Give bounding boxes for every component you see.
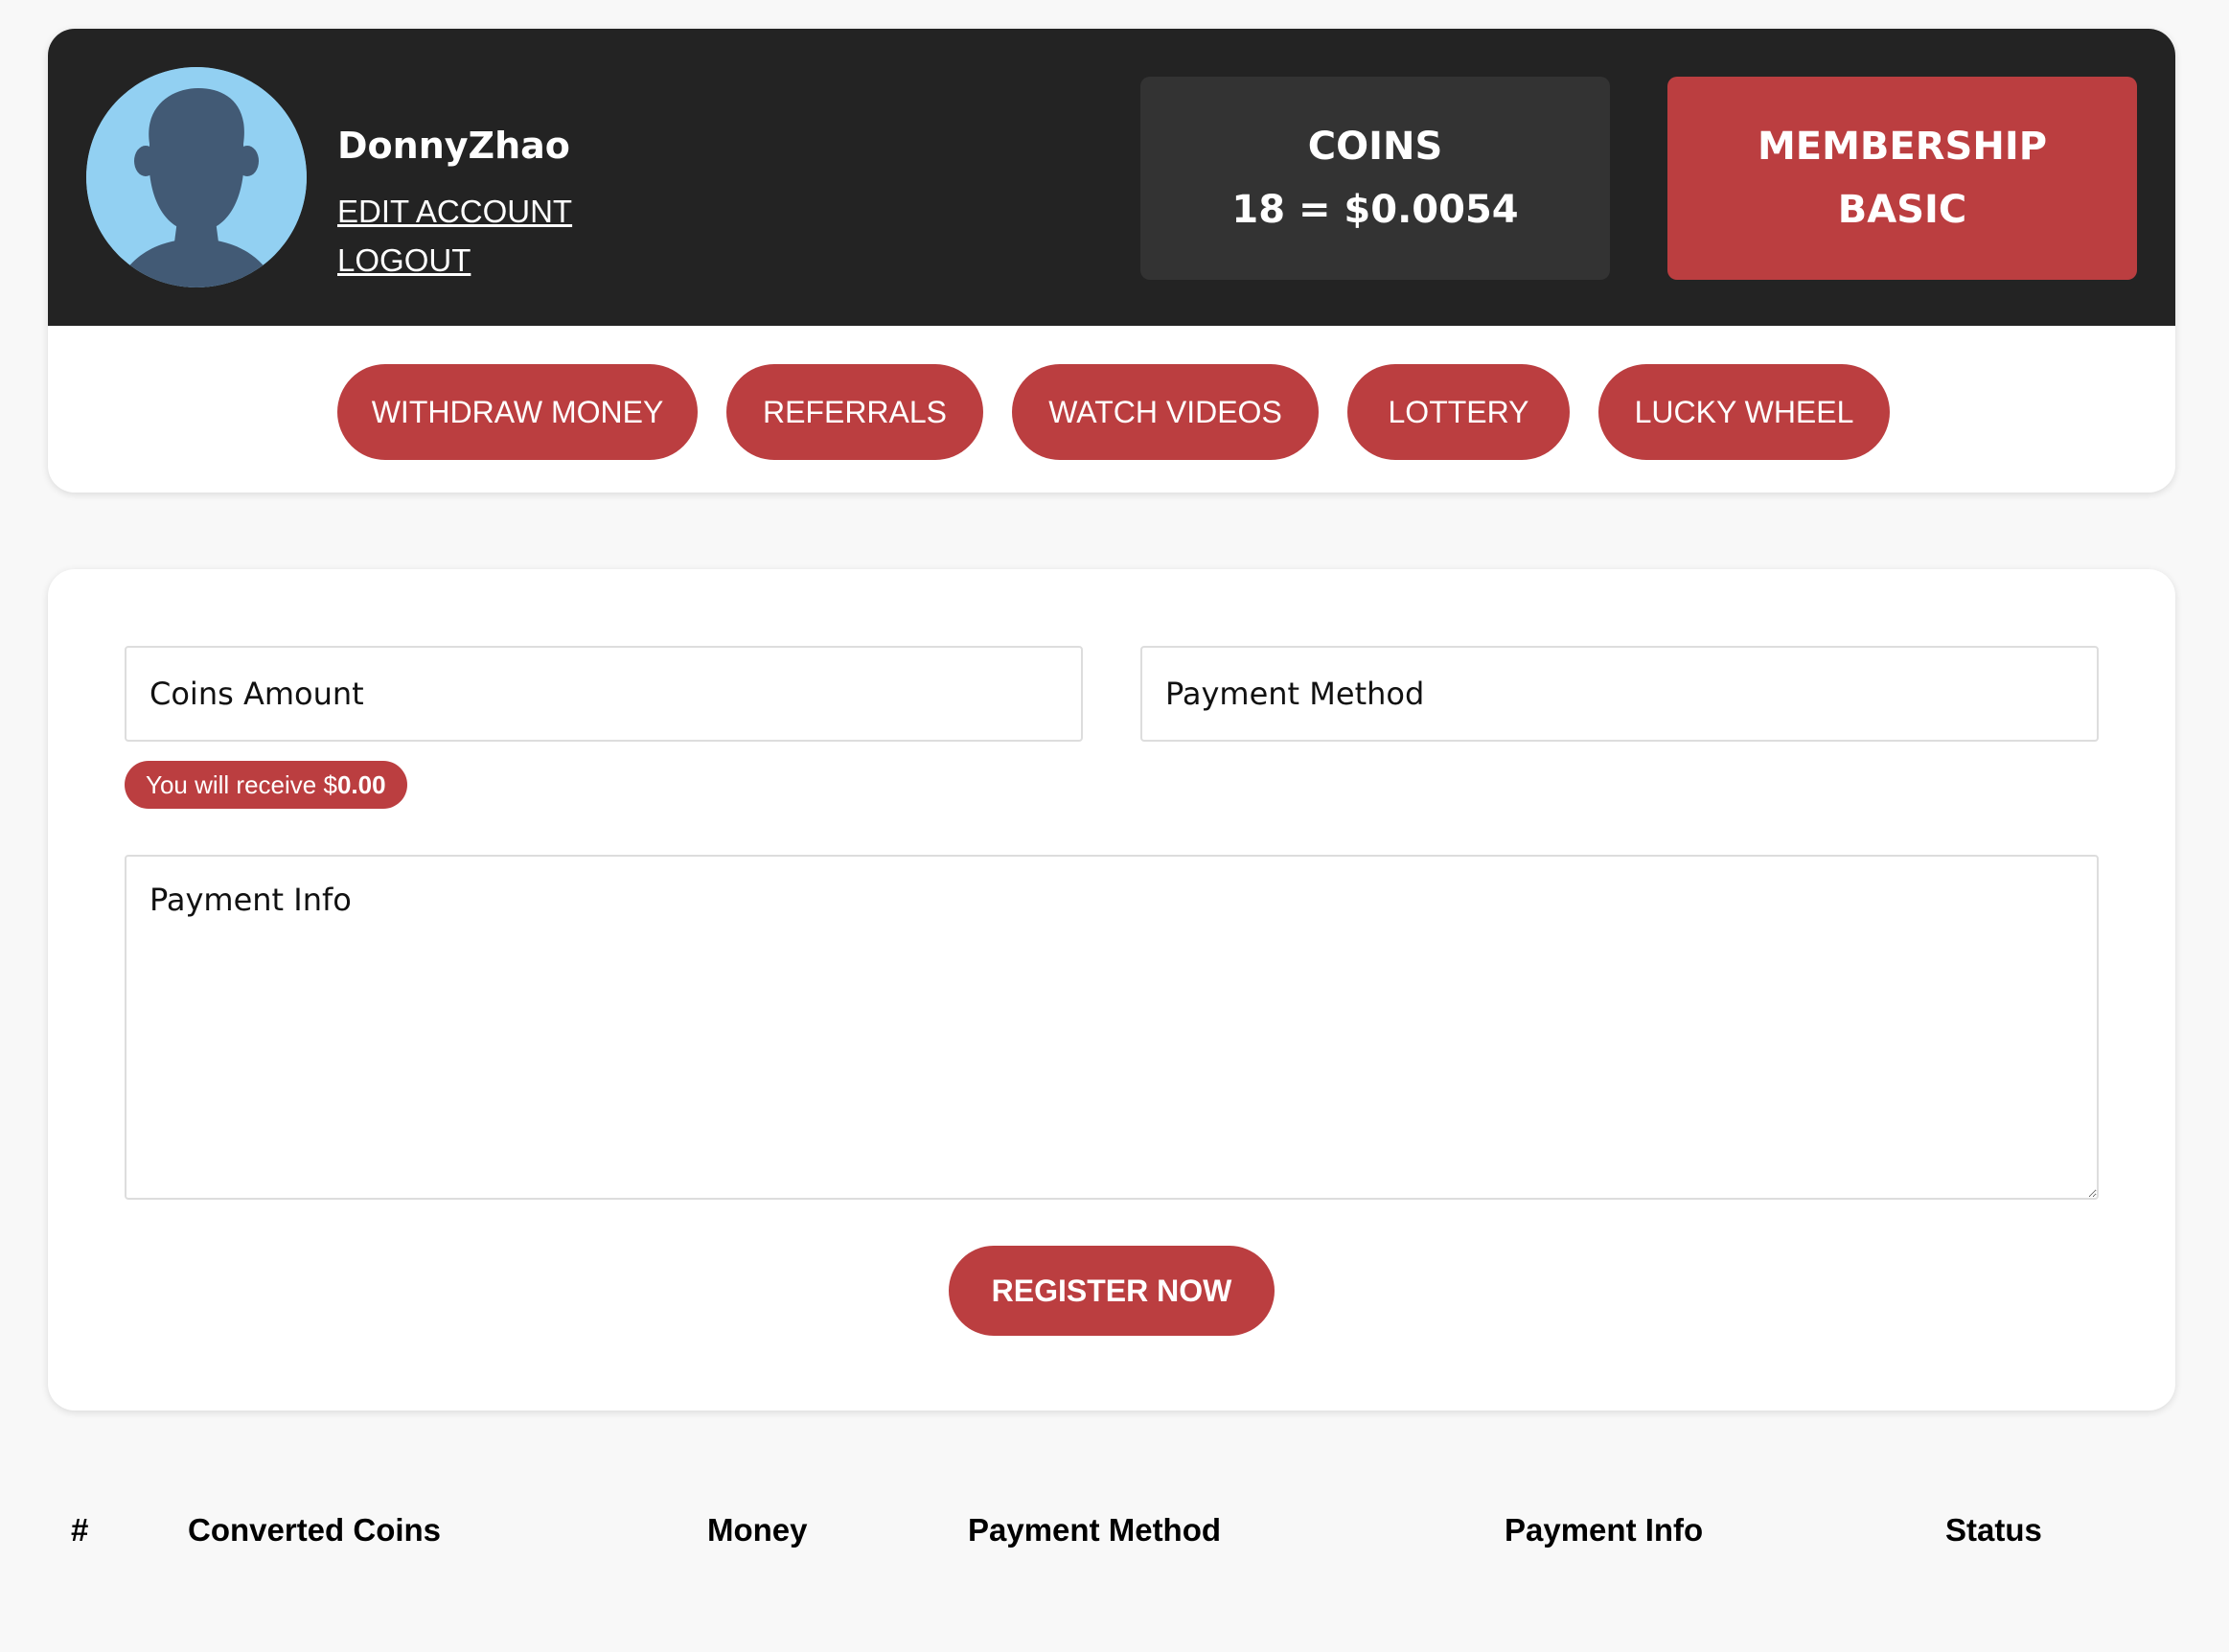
nav-lucky-wheel-button[interactable]: LUCKY WHEEL: [1598, 364, 1890, 460]
payment-info-textarea[interactable]: [125, 855, 2099, 1200]
coins-value: 18 = $0.0054: [1231, 188, 1519, 232]
withdrawals-table-header: # Converted Coins Money Payment Method P…: [0, 1512, 2229, 1560]
membership-label: MEMBERSHIP: [1757, 125, 2048, 169]
column-header-index: #: [71, 1512, 89, 1548]
receive-amount-badge: You will receive $0.00: [125, 761, 407, 809]
edit-account-link[interactable]: EDIT ACCOUNT: [337, 194, 572, 230]
nav-withdraw-money-button[interactable]: WITHDRAW MONEY: [337, 364, 698, 460]
avatar: [86, 67, 307, 287]
user-silhouette-icon: [86, 67, 307, 287]
membership-level: BASIC: [1837, 188, 1967, 232]
username: DonnyZhao: [337, 125, 570, 167]
nav-lottery-button[interactable]: LOTTERY: [1347, 364, 1570, 460]
coins-amount-input[interactable]: [125, 646, 1083, 742]
receive-prefix: You will receive $: [146, 769, 337, 799]
column-header-money: Money: [707, 1512, 808, 1548]
nav-referrals-button[interactable]: REFERRALS: [726, 364, 983, 460]
coins-label: COINS: [1307, 125, 1443, 169]
membership-box: MEMBERSHIP BASIC: [1667, 77, 2137, 280]
profile-card: DonnyZhao EDIT ACCOUNT LOGOUT COINS 18 =…: [48, 29, 2175, 493]
nav-watch-videos-button[interactable]: WATCH VIDEOS: [1012, 364, 1319, 460]
payment-method-input[interactable]: [1140, 646, 2099, 742]
column-header-converted-coins: Converted Coins: [188, 1512, 442, 1548]
profile-header: DonnyZhao EDIT ACCOUNT LOGOUT COINS 18 =…: [48, 29, 2175, 326]
column-header-payment-info: Payment Info: [1505, 1512, 1704, 1548]
main-nav: WITHDRAW MONEY REFERRALS WATCH VIDEOS LO…: [48, 364, 2175, 460]
column-header-payment-method: Payment Method: [968, 1512, 1222, 1548]
column-header-status: Status: [1945, 1512, 2042, 1548]
coins-box: COINS 18 = $0.0054: [1140, 77, 1610, 280]
withdraw-form-card: You will receive $0.00 REGISTER NOW: [48, 569, 2175, 1411]
logout-link[interactable]: LOGOUT: [337, 242, 471, 279]
receive-amount: 0.00: [336, 769, 386, 799]
register-now-button[interactable]: REGISTER NOW: [949, 1246, 1275, 1336]
